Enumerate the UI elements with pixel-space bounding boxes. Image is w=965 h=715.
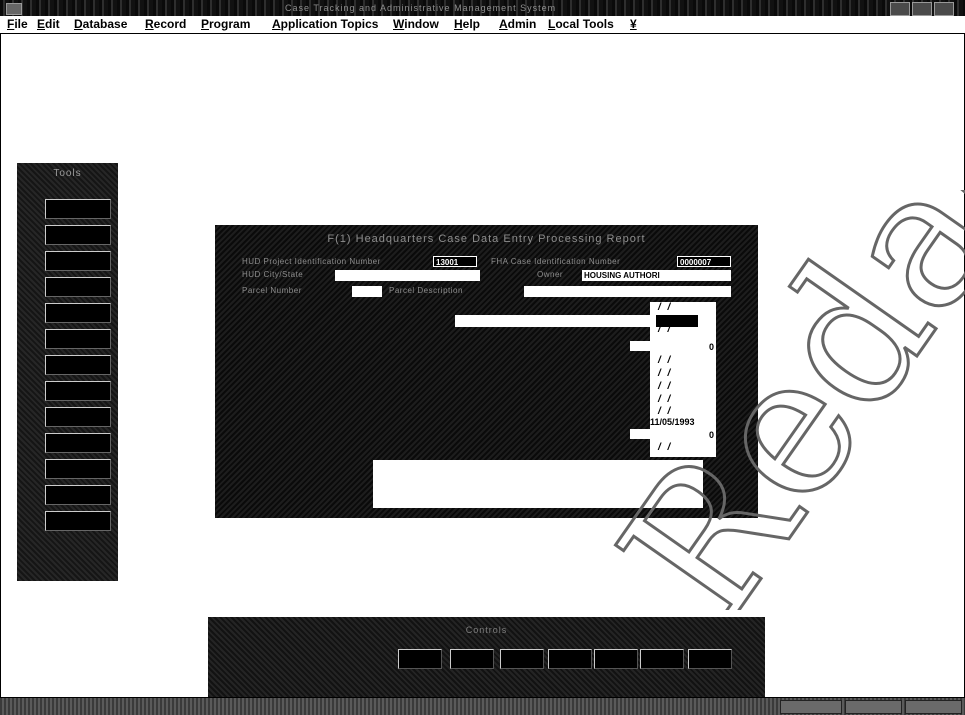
menu-help[interactable]: Help: [454, 17, 480, 32]
close-button[interactable]: [934, 2, 954, 16]
menu-extra[interactable]: ¥: [630, 17, 637, 32]
tool-button-4[interactable]: [45, 277, 111, 297]
zero-value-2: 0: [708, 430, 714, 440]
status-segment-1: [780, 700, 842, 714]
bottom-toolbar: Controls: [208, 617, 765, 697]
menu-file[interactable]: File: [7, 17, 28, 32]
tool-button-12[interactable]: [45, 485, 111, 505]
tool-button-11[interactable]: [45, 459, 111, 479]
date-placeholder-8: / /: [658, 442, 673, 453]
tool-button-1[interactable]: [45, 199, 111, 219]
date-placeholder-7: / /: [658, 406, 673, 417]
project-id-field[interactable]: 13001: [433, 256, 477, 267]
toolbar-button-2[interactable]: [450, 649, 494, 669]
input-stub-1[interactable]: [630, 341, 650, 351]
menu-admin[interactable]: Admin: [499, 17, 536, 32]
input-stub-2[interactable]: [630, 429, 650, 439]
project-id-label: HUD Project Identification Number: [242, 257, 381, 266]
toolbar-button-1[interactable]: [398, 649, 442, 669]
date-column: / / / / 0 / / / / / / / / / / 11/05/1993…: [650, 302, 716, 457]
system-menu-icon[interactable]: [6, 3, 22, 15]
case-data-dialog: F(1) Headquarters Case Data Entry Proces…: [215, 225, 758, 518]
toolbar-button-7[interactable]: [688, 649, 732, 669]
owner-label: Owner: [537, 270, 564, 279]
tool-button-3[interactable]: [45, 251, 111, 271]
date-placeholder-5: / /: [658, 381, 673, 392]
date-placeholder-1: / /: [658, 302, 673, 313]
city-state-label: HUD City/State: [242, 270, 304, 279]
menu-database[interactable]: Database: [74, 17, 127, 32]
input-bar-1[interactable]: [455, 315, 650, 327]
title-bar: Case Tracking and Administrative Managem…: [0, 0, 965, 16]
zero-value-1: 0: [708, 342, 714, 352]
toolbar-caption: Controls: [465, 625, 508, 635]
parcel-label: Parcel Number: [242, 286, 302, 295]
parcel-desc-field[interactable]: [524, 286, 731, 297]
status-segment-3: [905, 700, 962, 714]
menu-application-topics[interactable]: Application Topics: [272, 17, 378, 32]
tool-button-6[interactable]: [45, 329, 111, 349]
menu-edit[interactable]: Edit: [37, 17, 60, 32]
tool-button-5[interactable]: [45, 303, 111, 323]
case-id-label: FHA Case Identification Number: [491, 257, 621, 266]
city-state-field[interactable]: [335, 270, 480, 281]
dialog-title: F(1) Headquarters Case Data Entry Proces…: [327, 233, 646, 245]
tools-caption: Tools: [53, 168, 82, 179]
parcel-field[interactable]: [352, 286, 382, 297]
date-value: 11/05/1993: [650, 417, 695, 427]
window-title: Case Tracking and Administrative Managem…: [285, 3, 557, 13]
toolbar-button-4[interactable]: [548, 649, 592, 669]
toolbar-button-5[interactable]: [594, 649, 638, 669]
status-bar: [0, 697, 965, 715]
tool-button-7[interactable]: [45, 355, 111, 375]
menu-local-tools[interactable]: Local Tools: [548, 17, 614, 32]
tool-button-2[interactable]: [45, 225, 111, 245]
parcel-desc-label: Parcel Description: [389, 286, 463, 295]
tool-button-9[interactable]: [45, 407, 111, 427]
menu-record[interactable]: Record: [145, 17, 186, 32]
tool-button-8[interactable]: [45, 381, 111, 401]
status-segment-2: [845, 700, 902, 714]
maximize-button[interactable]: [912, 2, 932, 16]
menu-window[interactable]: Window: [393, 17, 439, 32]
tool-button-13[interactable]: [45, 511, 111, 531]
menu-program[interactable]: Program: [201, 17, 250, 32]
date-placeholder-6: / /: [658, 394, 673, 405]
date-placeholder-2: / /: [658, 324, 673, 335]
owner-field[interactable]: HOUSING AUTHORI: [582, 270, 731, 281]
case-id-field[interactable]: 0000007: [677, 256, 731, 267]
tool-button-10[interactable]: [45, 433, 111, 453]
tools-palette: Tools: [17, 163, 118, 581]
minimize-button[interactable]: [890, 2, 910, 16]
date-placeholder-4: / /: [658, 368, 673, 379]
menu-bar: File Edit Database Record Program Applic…: [0, 16, 965, 34]
comments-area[interactable]: [373, 460, 703, 508]
toolbar-button-6[interactable]: [640, 649, 684, 669]
toolbar-button-3[interactable]: [500, 649, 544, 669]
date-placeholder-3: / /: [658, 355, 673, 366]
